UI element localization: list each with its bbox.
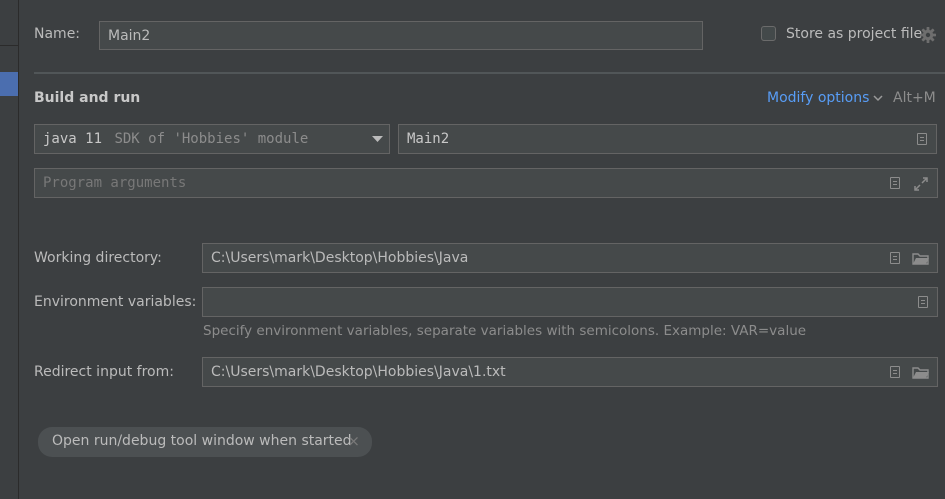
folder-icon[interactable] xyxy=(912,366,930,380)
redirect-input-label: Redirect input from: xyxy=(34,364,174,380)
redirect-input-field[interactable]: C:\Users\mark\Desktop\Hobbies\Java\1.txt xyxy=(202,357,938,387)
section-separator xyxy=(34,72,945,74)
program-arguments-input[interactable]: Program arguments xyxy=(34,168,938,198)
open-tool-window-option-chip[interactable]: Open run/debug tool window when started … xyxy=(38,427,372,457)
open-tool-window-option-label: Open run/debug tool window when started xyxy=(52,433,352,449)
gear-icon[interactable] xyxy=(919,26,937,44)
modify-options-label: Modify options xyxy=(767,90,870,106)
gutter-separator xyxy=(0,45,18,46)
folder-icon[interactable] xyxy=(912,252,930,266)
environment-variables-input[interactable] xyxy=(202,287,938,317)
browse-main-class-icon[interactable] xyxy=(917,133,927,145)
modify-options-shortcut: Alt+M xyxy=(893,90,936,106)
main-class-value: Main2 xyxy=(407,131,450,147)
working-directory-input[interactable]: C:\Users\mark\Desktop\Hobbies\Java xyxy=(202,243,938,273)
edit-environment-variables-icon[interactable] xyxy=(918,296,928,308)
environment-variables-hint: Specify environment variables, separate … xyxy=(203,323,807,339)
insert-macro-icon[interactable] xyxy=(890,177,900,189)
insert-macro-icon[interactable] xyxy=(890,252,900,264)
remove-option-icon[interactable]: × xyxy=(347,432,360,450)
build-and-run-heading: Build and run xyxy=(34,90,141,106)
name-input-value: Main2 xyxy=(108,27,151,44)
working-directory-value: C:\Users\mark\Desktop\Hobbies\Java xyxy=(211,250,469,266)
jre-sdk-dropdown[interactable]: java 11 SDK of 'Hobbies' module xyxy=(34,124,390,154)
dropdown-arrow-icon xyxy=(372,136,383,142)
main-class-input[interactable]: Main2 xyxy=(398,124,937,154)
name-input[interactable]: Main2 xyxy=(99,21,703,50)
store-as-project-file-label[interactable]: Store as project file xyxy=(786,26,922,42)
program-arguments-placeholder: Program arguments xyxy=(43,175,187,191)
redirect-input-value: C:\Users\mark\Desktop\Hobbies\Java\1.txt xyxy=(211,364,506,380)
expand-icon[interactable] xyxy=(913,176,929,192)
store-as-project-file-checkbox[interactable] xyxy=(761,26,776,41)
name-label: Name: xyxy=(34,26,81,42)
modify-options-link[interactable]: Modify options xyxy=(767,90,869,106)
insert-macro-icon[interactable] xyxy=(890,366,900,378)
sdk-version: java 11 xyxy=(43,131,103,147)
environment-variables-label: Environment variables: xyxy=(34,294,197,310)
working-directory-label: Working directory: xyxy=(34,250,162,266)
left-panel-gutter xyxy=(0,0,19,499)
selected-configuration-marker[interactable] xyxy=(0,72,18,96)
sdk-description: SDK of 'Hobbies' module xyxy=(114,131,309,147)
chevron-down-icon[interactable] xyxy=(873,94,883,102)
